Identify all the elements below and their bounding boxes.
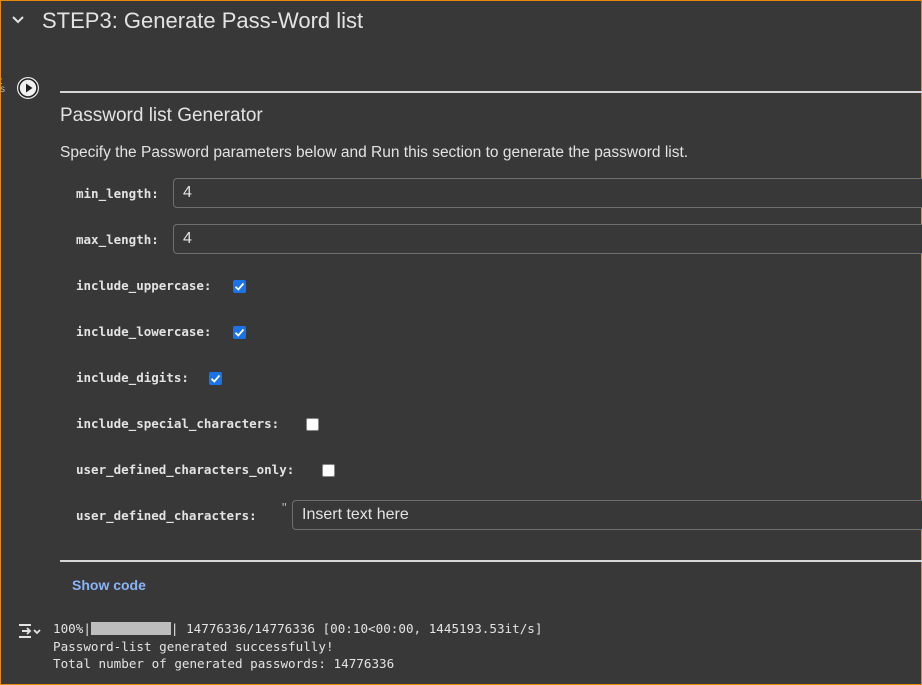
progress-stats: | 14776336/14776336 [00:10<00:00, 144519… xyxy=(170,621,543,636)
include-lowercase-label: include_lowercase: xyxy=(76,324,212,339)
progress-fill xyxy=(90,622,171,635)
output-line-total: Total number of generated passwords: 147… xyxy=(53,656,395,671)
section-header[interactable]: STEP3: Generate Pass-Word list xyxy=(0,0,922,42)
max-length-field[interactable]: 4 xyxy=(173,224,922,254)
progress-bar xyxy=(90,622,171,635)
quote-mark: " xyxy=(282,500,287,515)
run-cell-button[interactable] xyxy=(17,77,39,99)
include-uppercase-checkbox[interactable] xyxy=(233,280,246,293)
include-special-characters-checkbox[interactable] xyxy=(306,418,319,431)
progress-percent: 100%| xyxy=(53,621,91,636)
play-icon xyxy=(18,78,38,98)
max-length-label: max_length: xyxy=(76,232,159,247)
include-special-characters-label: include_special_characters: xyxy=(76,416,280,431)
chevron-down-icon[interactable] xyxy=(10,12,26,28)
user-defined-characters-label: user_defined_characters: xyxy=(76,508,257,523)
checkmark-icon xyxy=(210,374,221,383)
user-defined-characters-only-label: user_defined_characters_only: xyxy=(76,462,295,477)
show-code-link[interactable]: Show code xyxy=(72,577,146,593)
user-defined-characters-only-checkbox[interactable] xyxy=(322,464,335,477)
checkmark-icon xyxy=(234,328,245,337)
min-length-label: min_length: xyxy=(76,186,159,201)
output-line-success: Password-list generated successfully! xyxy=(53,638,334,654)
cell-output: 100%| | 14776336/14776336 [00:10<00:00, 1… xyxy=(53,620,542,673)
user-defined-characters-field[interactable]: Insert text here xyxy=(292,500,922,530)
include-uppercase-label: include_uppercase: xyxy=(76,278,212,293)
include-digits-label: include_digits: xyxy=(76,370,189,385)
include-digits-checkbox[interactable] xyxy=(209,372,222,385)
min-length-field[interactable]: 4 xyxy=(173,178,922,208)
form-description: Specify the Password parameters below an… xyxy=(60,144,689,161)
form-divider-bottom xyxy=(60,560,922,562)
include-lowercase-checkbox[interactable] xyxy=(233,326,246,339)
output-collapse-icon[interactable] xyxy=(17,621,41,641)
form-divider-top xyxy=(60,91,922,93)
section-title: STEP3: Generate Pass-Word list xyxy=(42,8,364,33)
cell-gutter-icon: :s xyxy=(0,76,5,95)
checkmark-icon xyxy=(234,282,245,291)
form-title: Password list Generator xyxy=(60,105,263,126)
